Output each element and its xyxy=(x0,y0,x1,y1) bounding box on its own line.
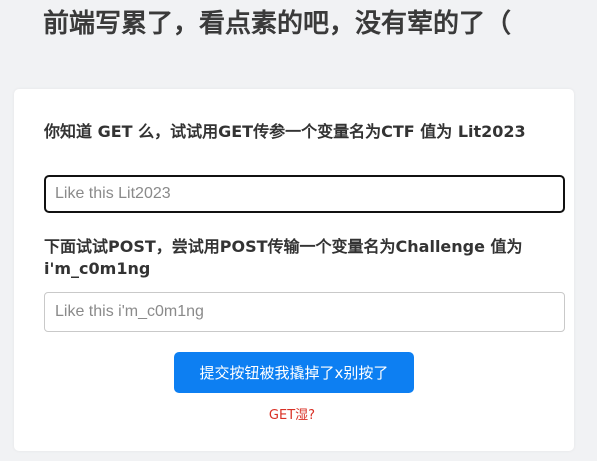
form-card: 你知道 GET 么，试试用GET传参一个变量名为CTF 值为 Lit2023 下… xyxy=(14,89,574,451)
page: 前端写累了，看点素的吧，没有荤的了（ 你知道 GET 么，试试用GET传参一个变… xyxy=(0,0,597,461)
get-param-label: 你知道 GET 么，试试用GET传参一个变量名为CTF 值为 Lit2023 xyxy=(44,122,526,141)
get-hint-link[interactable]: GET湿? xyxy=(14,404,570,423)
submit-button[interactable]: 提交按钮被我撬掉了x别按了 xyxy=(174,352,414,393)
post-param-input[interactable] xyxy=(44,292,565,332)
page-title: 前端写累了，看点素的吧，没有荤的了（ xyxy=(43,9,512,39)
post-param-label: 下面试试POST，尝试用POST传输一个变量名为Challenge 值为 i'm… xyxy=(44,237,523,278)
get-param-input[interactable] xyxy=(44,175,565,213)
